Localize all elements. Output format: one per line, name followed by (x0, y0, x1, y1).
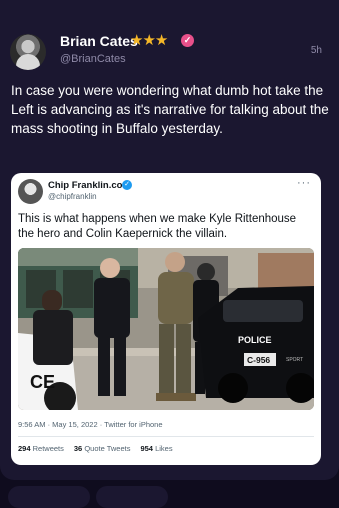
quoted-verified-badge-icon: ✓ (122, 180, 132, 190)
action-row (0, 486, 339, 508)
quoted-author-name[interactable]: Chip Franklin.com (48, 180, 131, 191)
tweet-timestamp[interactable]: 5h (311, 45, 322, 56)
quoted-tweet-text: This is what happens when we make Kyle R… (18, 213, 297, 240)
action-pill-right[interactable] (96, 486, 168, 508)
author-avatar[interactable] (10, 34, 46, 70)
quoted-tweet-meta: 9:56 AM · May 15, 2022 · Twitter for iPh… (18, 420, 163, 429)
quoted-tweet-photo[interactable]: CE POLICE C-956 SPORT (18, 248, 314, 410)
police-scene-photo: CE POLICE C-956 SPORT (18, 248, 314, 410)
verified-badge-icon: ✓ (181, 34, 194, 47)
tweet-text: In case you were wondering what dumb hot… (11, 83, 329, 136)
quoted-divider (18, 436, 314, 437)
retweets-stat[interactable]: 294 Retweets (18, 444, 64, 453)
more-options-icon[interactable]: ··· (297, 177, 311, 189)
quoted-author-handle[interactable]: @chipfranklin (48, 192, 97, 201)
quote-tweets-stat[interactable]: 36 Quote Tweets (74, 444, 131, 453)
quoted-author-avatar[interactable] (18, 179, 43, 204)
plate-lettering: C-956 (247, 355, 270, 365)
star-badge-icon: ★★★ (130, 32, 168, 49)
author-name[interactable]: Brian Cates (60, 33, 138, 49)
tweet-card[interactable]: Brian Cates ★★★ ✓ @BrianCates 5h In case… (0, 0, 339, 480)
police-lettering: POLICE (238, 335, 272, 345)
quoted-tweet[interactable]: Chip Franklin.com ✓ @chipfranklin ··· Th… (11, 173, 321, 465)
author-handle[interactable]: @BrianCates (60, 53, 126, 65)
door-lettering: CE (30, 372, 55, 392)
likes-stat[interactable]: 954 Likes (140, 444, 172, 453)
model-lettering: SPORT (286, 357, 303, 363)
quoted-tweet-stats: 294 Retweets 36 Quote Tweets 954 Likes (18, 444, 173, 453)
action-pill-left[interactable] (8, 486, 90, 508)
